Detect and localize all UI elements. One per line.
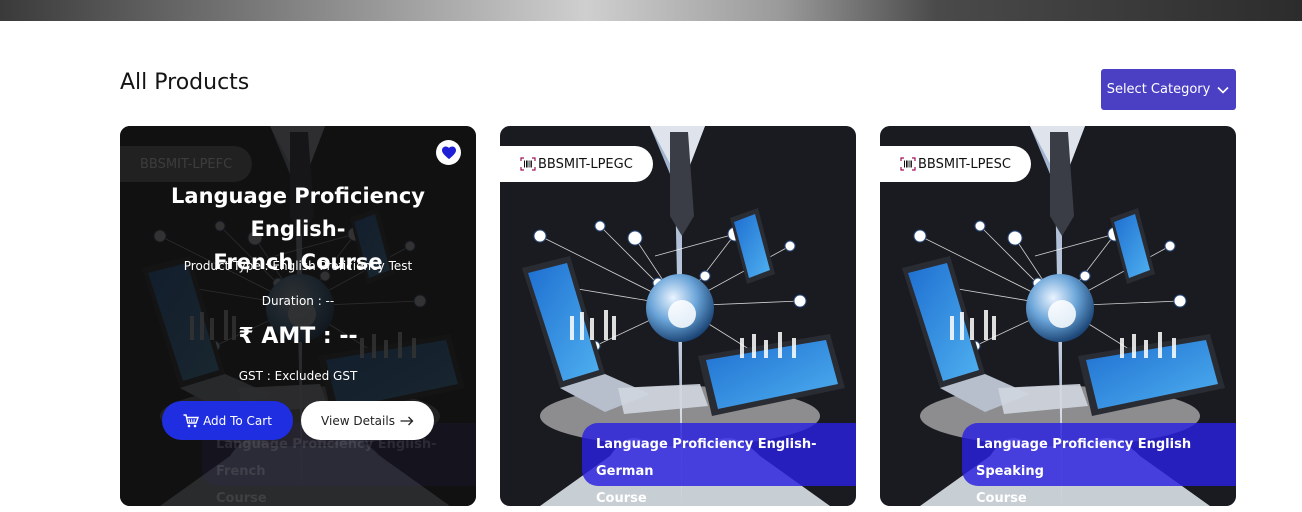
heart-icon <box>441 146 456 160</box>
select-category-label: Select Category <box>1106 82 1211 97</box>
caption-line: Language Proficiency English Speaking <box>976 437 1192 479</box>
add-to-cart-label: Add To Cart <box>203 413 272 428</box>
sku-tag: BBSMIT-LPESC <box>880 146 1031 182</box>
product-duration: Duration : -- <box>261 294 335 308</box>
arrow-right-icon <box>400 416 414 425</box>
sku-label: BBSMIT-LPEGC <box>538 156 633 172</box>
barcode-icon <box>520 157 536 171</box>
view-details-button[interactable]: View Details <box>301 401 434 440</box>
cart-icon <box>183 413 200 427</box>
view-details-label: View Details <box>321 413 395 428</box>
caption-line: Course <box>216 491 267 506</box>
caption-line: Course <box>596 491 647 506</box>
sku-tag: BBSMIT-LPEGC <box>500 146 653 182</box>
product-amount: ₹ AMT : -- <box>238 324 358 349</box>
section-title: All Products <box>120 70 250 95</box>
product-gst: GST : Excluded GST <box>238 369 358 383</box>
product-card[interactable]: BBSMIT-LPEGC Language Proficiency Englis… <box>500 126 856 506</box>
wishlist-button[interactable] <box>436 140 461 165</box>
product-card[interactable]: BBSMIT-LPEFC Language Proficiency Englis… <box>120 126 476 506</box>
product-card[interactable]: BBSMIT-LPESC Language Proficiency Englis… <box>880 126 1236 506</box>
select-category-dropdown[interactable]: Select Category <box>1101 69 1236 110</box>
caption-line: Language Proficiency English-German <box>596 437 817 479</box>
caption-line: Course <box>976 491 1027 506</box>
chevron-down-icon <box>1217 86 1229 94</box>
sku-label: BBSMIT-LPESC <box>918 156 1011 172</box>
product-caption[interactable]: Language Proficiency English Speaking Co… <box>962 423 1236 506</box>
sku-tag: BBSMIT-LPEFC <box>120 146 253 182</box>
add-to-cart-button[interactable]: Add To Cart <box>162 401 293 440</box>
hero-banner-strip <box>0 0 1302 21</box>
product-caption[interactable]: Language Proficiency English-German Cour… <box>582 423 856 506</box>
product-title-line: Language Proficiency English- <box>171 184 425 241</box>
product-type: Product Type : English Proficiency Test <box>183 259 413 273</box>
barcode-icon <box>900 157 916 171</box>
